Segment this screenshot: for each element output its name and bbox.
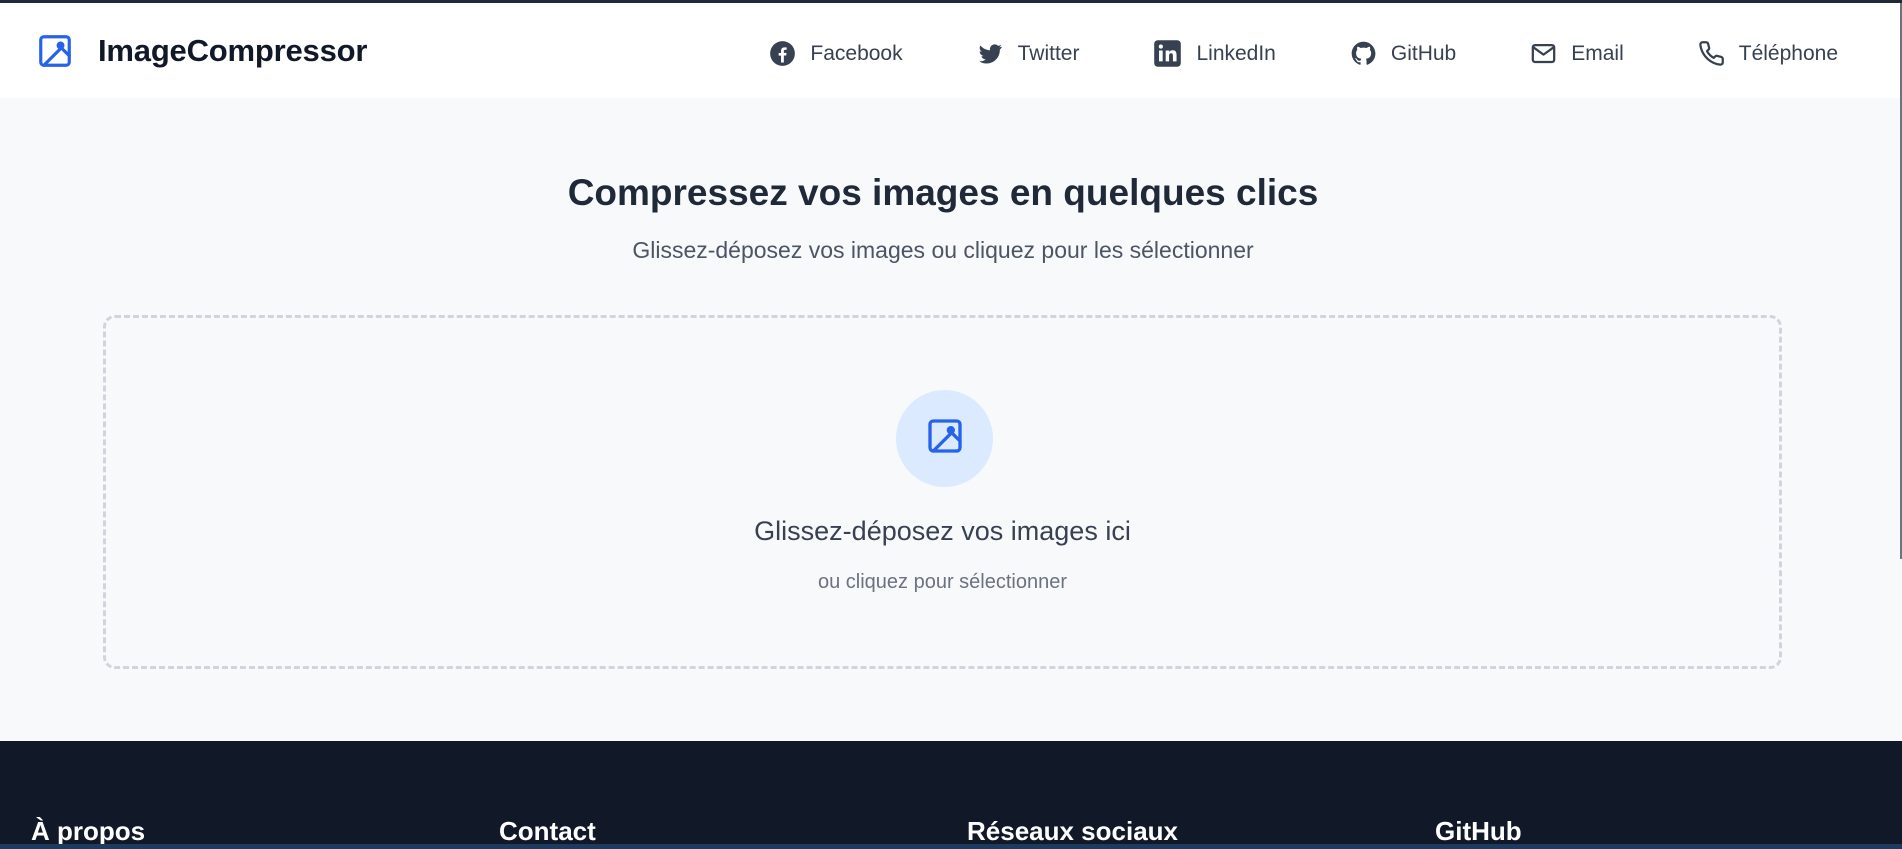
page-title: Compressez vos images en quelques clics [567, 172, 1319, 213]
brand[interactable]: ImageCompressor [36, 32, 367, 70]
linkedin-icon [1153, 39, 1182, 68]
nav-link-linkedin[interactable]: LinkedIn [1153, 39, 1276, 68]
nav-link-github[interactable]: GitHub [1350, 40, 1456, 67]
twitter-icon [977, 40, 1004, 67]
nav-link-twitter[interactable]: Twitter [977, 40, 1080, 67]
window-bottom-edge [0, 844, 1902, 849]
brand-name: ImageCompressor [98, 33, 368, 68]
nav-link-label: Twitter [1017, 41, 1080, 65]
image-icon [925, 416, 965, 461]
footer-heading-contact: Contact [499, 816, 596, 846]
page-subtitle: Glissez-déposez vos images ou cliquez po… [632, 237, 1254, 263]
app-window: ImageCompressor Facebook Twitter LinkedI… [0, 0, 1902, 849]
social-nav: Facebook Twitter LinkedIn GitHub Email T… [769, 39, 1838, 68]
nav-link-label: LinkedIn [1196, 41, 1276, 65]
nav-link-facebook[interactable]: Facebook [769, 40, 903, 67]
footer-heading-github: GitHub [1435, 816, 1522, 846]
footer: À propos Contact Réseaux sociaux GitHub [0, 741, 1902, 849]
nav-link-email[interactable]: Email [1530, 40, 1624, 67]
dropzone-icon-circle [896, 390, 993, 487]
footer-heading-about: À propos [31, 816, 146, 846]
dropzone-title: Glissez-déposez vos images ici [754, 516, 1131, 546]
footer-heading-social: Réseaux sociaux [967, 816, 1179, 846]
dropzone-subtitle: ou cliquez pour sélectionner [817, 571, 1068, 593]
github-icon [1350, 40, 1377, 67]
nav-link-phone[interactable]: Téléphone [1698, 40, 1838, 67]
navbar: ImageCompressor Facebook Twitter LinkedI… [0, 3, 1900, 98]
facebook-icon [769, 40, 796, 67]
image-icon [36, 32, 74, 70]
nav-link-label: Facebook [810, 41, 903, 65]
mail-icon [1530, 40, 1557, 67]
nav-link-label: GitHub [1390, 41, 1457, 65]
nav-link-label: Email [1571, 41, 1624, 65]
nav-link-label: Téléphone [1738, 41, 1838, 65]
image-dropzone[interactable]: Glissez-déposez vos images ici ou clique… [103, 315, 1782, 669]
phone-icon [1698, 40, 1725, 67]
